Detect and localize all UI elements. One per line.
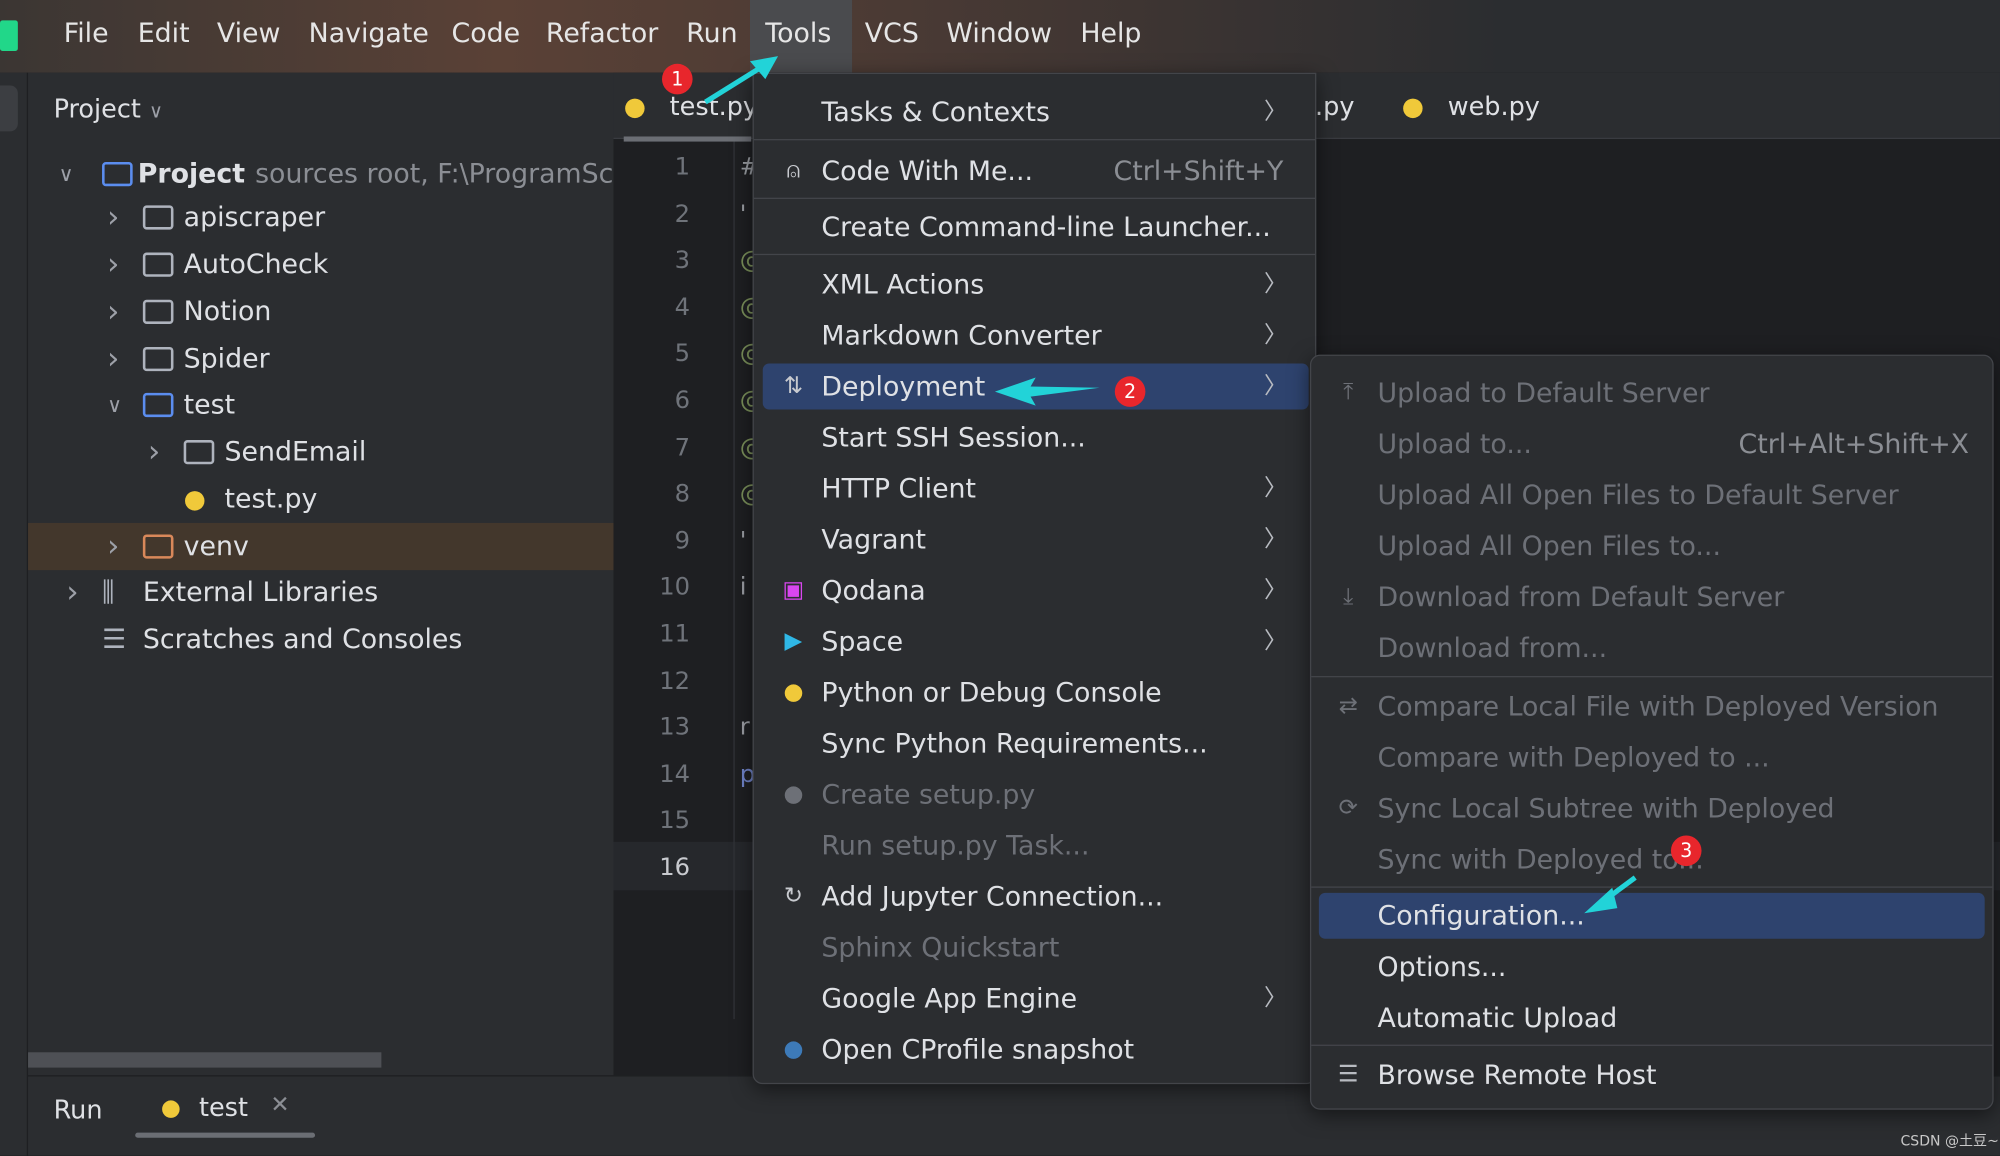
watermark: CSDN @土豆~ (1900, 1132, 1999, 1150)
annotation-arrow-1 (704, 56, 779, 105)
annotation-badge-3: 3 (1670, 835, 1702, 867)
annotation-badge-2: 2 (1114, 376, 1146, 407)
annotation-badge-1: 1 (661, 63, 693, 95)
annotation-layer (704, 56, 1637, 914)
ide-window: File Edit View Navigate Code Refactor Run Tools… (0, 0, 2000, 1156)
annotation-arrow-2 (994, 377, 1100, 406)
annotation-arrow-3 (1584, 875, 1637, 914)
